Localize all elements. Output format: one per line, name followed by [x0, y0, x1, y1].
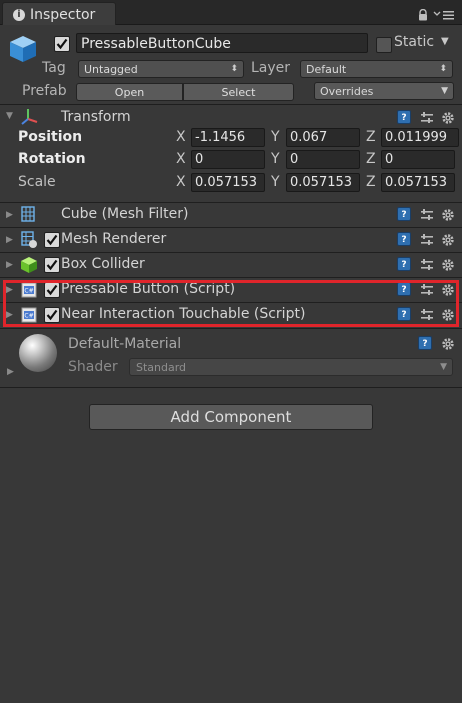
lock-icon[interactable] [418, 6, 428, 21]
dropdown-arrow-icon: ▼ [440, 362, 447, 372]
position-z-axis-label[interactable]: Z [366, 129, 376, 145]
transform-icon [20, 107, 40, 127]
component-enabled-checkbox[interactable] [44, 232, 60, 248]
shader-dropdown[interactable]: Standard ▼ [129, 358, 453, 376]
component-title: Mesh Renderer [61, 231, 167, 247]
component-title: Cube (Mesh Filter) [61, 206, 189, 222]
gear-icon[interactable] [441, 336, 455, 350]
scale-x-field[interactable]: 0.057153 [191, 173, 265, 192]
add-component-button[interactable]: Add Component [89, 404, 373, 430]
static-checkbox[interactable] [376, 37, 392, 53]
dropdown-arrow-icon: ⬍ [439, 64, 447, 74]
help-icon[interactable]: ? [397, 207, 411, 221]
active-checkbox[interactable] [54, 36, 70, 52]
position-x-axis-label[interactable]: X [176, 129, 186, 145]
component-mesh-renderer[interactable]: ▶ Mesh Renderer ? [0, 227, 462, 252]
rotation-z-field[interactable]: 0 [381, 150, 455, 169]
scale-x-axis-label[interactable]: X [176, 174, 186, 190]
overrides-label: Overrides [320, 85, 374, 98]
help-icon[interactable]: ? [397, 257, 411, 271]
help-icon[interactable]: ? [418, 336, 432, 350]
header-divider [0, 104, 462, 105]
prefab-select-button[interactable]: Select [183, 83, 294, 101]
static-label: Static [394, 34, 435, 50]
presets-icon[interactable] [420, 232, 434, 246]
material-foldout-icon[interactable]: ▶ [7, 367, 14, 377]
box-collider-icon [20, 256, 38, 278]
position-y-axis-label[interactable]: Y [271, 129, 280, 145]
position-x-field[interactable]: -1.1456 [191, 128, 265, 147]
help-icon[interactable]: ? [397, 232, 411, 246]
presets-icon[interactable] [420, 110, 434, 124]
foldout-icon[interactable]: ▶ [6, 210, 13, 220]
scale-z-field[interactable]: 0.057153 [381, 173, 455, 192]
info-icon: i [13, 9, 25, 21]
rotation-y-field[interactable]: 0 [286, 150, 360, 169]
shader-label: Shader [68, 359, 118, 375]
presets-icon[interactable] [420, 257, 434, 271]
layer-value: Default [306, 63, 347, 76]
gameobject-cube-icon [8, 34, 38, 64]
component-enabled-checkbox[interactable] [44, 257, 60, 273]
tag-value: Untagged [84, 63, 138, 76]
gear-icon[interactable] [441, 110, 455, 124]
rotation-z-axis-label[interactable]: Z [366, 151, 376, 167]
component-title: Box Collider [61, 256, 145, 272]
dropdown-arrow-icon: ▼ [441, 86, 448, 96]
gear-icon[interactable] [441, 257, 455, 271]
layer-dropdown[interactable]: Default ⬍ [300, 60, 453, 78]
static-dropdown-icon[interactable]: ▼ [441, 36, 449, 47]
transform-title: Transform [61, 109, 131, 125]
position-y-field[interactable]: 0.067 [286, 128, 360, 147]
component-mesh-filter[interactable]: ▶ Cube (Mesh Filter) ? [0, 202, 462, 227]
overrides-dropdown[interactable]: Overrides ▼ [314, 82, 454, 100]
foldout-icon[interactable]: ▶ [6, 235, 13, 245]
mesh-renderer-icon [20, 231, 38, 253]
position-label: Position [18, 129, 83, 145]
material-name: Default-Material [68, 336, 182, 352]
help-icon[interactable]: ? [397, 110, 411, 124]
gear-icon[interactable] [441, 207, 455, 221]
rotation-x-field[interactable]: 0 [191, 150, 265, 169]
presets-icon[interactable] [420, 207, 434, 221]
rotation-y-axis-label[interactable]: Y [271, 151, 280, 167]
dropdown-arrow-icon: ⬍ [230, 64, 238, 74]
rotation-x-axis-label[interactable]: X [176, 151, 186, 167]
material-divider [0, 328, 462, 329]
bottom-divider [0, 387, 462, 388]
inspector-window: i Inspector PressableButtonCube Static ▼… [0, 0, 462, 703]
position-z-field[interactable]: 0.011999 [381, 128, 459, 147]
material-preview-sphere [19, 334, 57, 372]
scale-label: Scale [18, 174, 56, 190]
context-menu-icon[interactable] [433, 6, 455, 20]
object-name-field[interactable]: PressableButtonCube [76, 33, 368, 53]
scale-y-field[interactable]: 0.057153 [286, 173, 360, 192]
transform-foldout-icon[interactable]: ▼ [6, 111, 13, 121]
tab-inspector[interactable]: i Inspector [2, 2, 116, 25]
foldout-icon[interactable]: ▶ [6, 260, 13, 270]
gear-icon[interactable] [441, 232, 455, 246]
tag-dropdown[interactable]: Untagged ⬍ [78, 60, 244, 78]
highlight-annotation-box [3, 280, 459, 327]
tab-bar: i Inspector [0, 0, 462, 25]
prefab-open-button[interactable]: Open [76, 83, 183, 101]
tab-label: Inspector [30, 7, 96, 23]
prefab-label: Prefab [22, 83, 67, 99]
rotation-label: Rotation [18, 151, 86, 167]
layer-label: Layer [251, 60, 291, 76]
shader-value: Standard [136, 361, 187, 374]
component-box-collider[interactable]: ▶ Box Collider ? [0, 252, 462, 277]
scale-y-axis-label[interactable]: Y [271, 174, 280, 190]
scale-z-axis-label[interactable]: Z [366, 174, 376, 190]
mesh-filter-icon [20, 206, 36, 226]
tag-label: Tag [42, 60, 66, 76]
